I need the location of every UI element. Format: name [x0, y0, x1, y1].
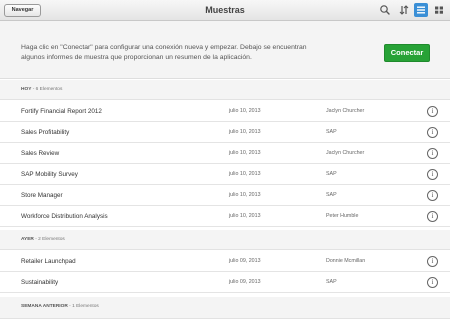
- section-count: - 6 Elementos: [32, 87, 63, 92]
- section-title: HOY: [21, 87, 32, 92]
- report-date: julio 10, 2013: [229, 192, 261, 198]
- top-navigation-bar: Navegar Muestras: [0, 0, 450, 21]
- report-date: julio 10, 2013: [229, 213, 261, 219]
- list-item[interactable]: Retailer Launchpad julio 09, 2013 Donnie…: [0, 251, 450, 272]
- list-item[interactable]: Sales Review julio 10, 2013 Jaclyn Churc…: [0, 143, 450, 164]
- info-icon[interactable]: i: [427, 190, 438, 201]
- intro-banner: Haga clic en "Conectar" para configurar …: [0, 21, 450, 79]
- section-title: SEMANA ANTERIOR: [21, 304, 68, 309]
- report-date: julio 10, 2013: [229, 171, 261, 177]
- section-header-hoy: HOY - 6 Elementos: [0, 80, 450, 100]
- section-count: - 2 Elementos: [35, 237, 65, 242]
- section-header-semana-anterior: SEMANA ANTERIOR - 1 Elementos: [0, 297, 450, 319]
- section-count: - 1 Elementos: [69, 304, 99, 309]
- intro-line-1: Haga clic en "Conectar" para configurar …: [21, 44, 307, 51]
- report-owner: SAP: [326, 129, 337, 135]
- report-owner: Jaclyn Churcher: [326, 108, 365, 114]
- info-icon[interactable]: i: [427, 256, 438, 267]
- report-owner: SAP: [326, 279, 337, 285]
- list-item[interactable]: Sustainability julio 09, 2013 SAP i: [0, 272, 450, 293]
- info-icon[interactable]: i: [427, 127, 438, 138]
- report-name: Store Manager: [21, 192, 63, 199]
- section-title: AYER: [21, 237, 34, 242]
- report-name: Workforce Distribution Analysis: [21, 213, 108, 220]
- connect-button[interactable]: Conectar: [384, 44, 430, 62]
- report-owner: Jaclyn Churcher: [326, 150, 365, 156]
- list-item[interactable]: Sales Profitability julio 10, 2013 SAP i: [0, 122, 450, 143]
- intro-line-2: algunos informes de muestra que proporci…: [21, 53, 252, 61]
- list-item[interactable]: Fortify Financial Report 2012 julio 10, …: [0, 101, 450, 122]
- report-name: Retailer Launchpad: [21, 258, 76, 265]
- report-owner: SAP: [326, 192, 337, 198]
- report-owner: Peter Humble: [326, 213, 359, 219]
- list-view-icon[interactable]: [414, 3, 428, 17]
- search-icon[interactable]: [378, 3, 392, 17]
- report-name: SAP Mobility Survey: [21, 171, 78, 178]
- report-date: julio 09, 2013: [229, 258, 261, 264]
- report-date: julio 10, 2013: [229, 150, 261, 156]
- list-item[interactable]: Store Manager julio 10, 2013 SAP i: [0, 185, 450, 206]
- report-name: Fortify Financial Report 2012: [21, 108, 102, 115]
- info-icon[interactable]: i: [427, 148, 438, 159]
- intro-message: Haga clic en "Conectar" para configurar …: [21, 43, 371, 62]
- report-name: Sales Profitability: [21, 129, 70, 136]
- report-date: julio 10, 2013: [229, 108, 261, 114]
- grid-view-icon[interactable]: [432, 3, 446, 17]
- info-icon[interactable]: i: [427, 106, 438, 117]
- list-item[interactable]: SAP Mobility Survey julio 10, 2013 SAP i: [0, 164, 450, 185]
- info-icon[interactable]: i: [427, 169, 438, 180]
- report-owner: SAP: [326, 171, 337, 177]
- section-header-ayer: AYER - 2 Elementos: [0, 230, 450, 250]
- list-item[interactable]: Workforce Distribution Analysis julio 10…: [0, 206, 450, 227]
- report-owner: Donnie Mcmillan: [326, 258, 366, 264]
- sort-icon[interactable]: [397, 3, 411, 17]
- report-name: Sustainability: [21, 279, 59, 286]
- report-date: julio 10, 2013: [229, 129, 261, 135]
- info-icon[interactable]: i: [427, 277, 438, 288]
- info-icon[interactable]: i: [427, 211, 438, 222]
- report-name: Sales Review: [21, 150, 60, 157]
- report-date: julio 09, 2013: [229, 279, 261, 285]
